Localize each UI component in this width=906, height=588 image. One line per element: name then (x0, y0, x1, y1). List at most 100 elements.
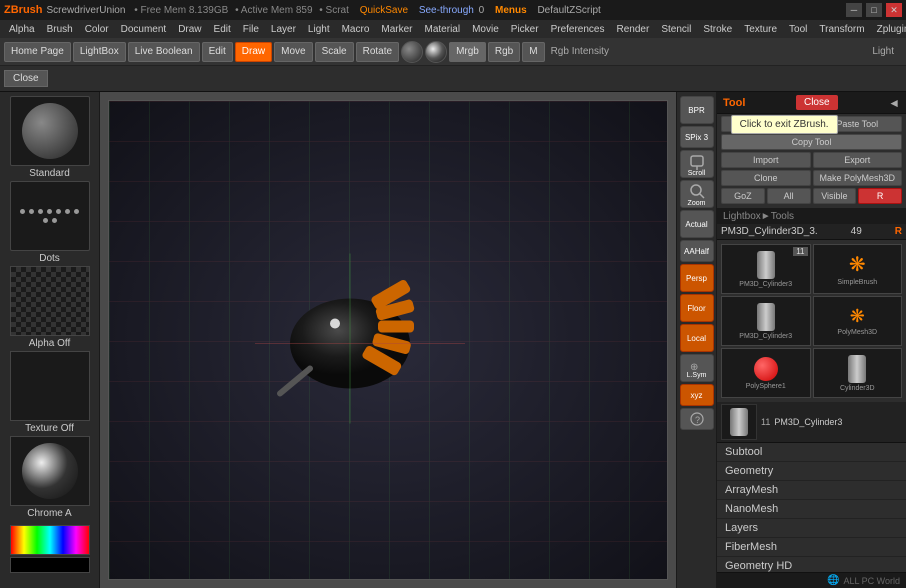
mini-cylinder-1 (757, 251, 775, 279)
menu-preferences[interactable]: Preferences (546, 23, 610, 36)
tool-thumb-cylinder3d[interactable]: Cylinder3D (813, 348, 903, 398)
menu-marker[interactable]: Marker (376, 23, 417, 36)
mrgb-button[interactable]: Mrgb (449, 42, 486, 62)
all-button[interactable]: All (767, 188, 811, 204)
menu-draw[interactable]: Draw (173, 23, 206, 36)
import-button[interactable]: Import (721, 152, 811, 168)
canvas-area[interactable] (100, 92, 676, 588)
title-bar: ZBrush ScrewdriverUnion • Free Mem 8.139… (0, 0, 906, 20)
menu-macro[interactable]: Macro (337, 23, 375, 36)
menu-color[interactable]: Color (80, 23, 114, 36)
menu-alpha[interactable]: Alpha (4, 23, 40, 36)
menu-material[interactable]: Material (420, 23, 466, 36)
standard-label: Standard (5, 168, 95, 179)
thumb-label-1: PM3D_Cylinder3 (739, 281, 792, 288)
local-button[interactable]: Local (680, 324, 714, 352)
close-button[interactable]: Close (4, 70, 48, 87)
tool-thumb-pm3d-1[interactable]: 11 PM3D_Cylinder3 (721, 244, 811, 294)
maximize-button[interactable]: □ (866, 3, 882, 17)
watermark-text: ALL PC World (843, 576, 900, 586)
window-close-button[interactable]: ✕ (886, 3, 902, 17)
tool-thumb-simple[interactable]: ❋ SimpleBrush (813, 244, 903, 294)
scroll-icon (688, 152, 706, 170)
toolbar: Home Page LightBox Live Boolean Edit Dra… (0, 38, 906, 66)
material-sphere[interactable] (401, 41, 423, 63)
menu-layer[interactable]: Layer (266, 23, 301, 36)
goz-button[interactable]: GoZ (721, 188, 765, 204)
export-button[interactable]: Export (813, 152, 903, 168)
home-page-button[interactable]: Home Page (4, 42, 71, 62)
panel-toggle-button[interactable]: ◄ (888, 96, 900, 110)
tool-thumb-polymesh[interactable]: ❋ PolyMesh3D (813, 296, 903, 346)
texture-preview[interactable] (10, 351, 90, 421)
draw-button[interactable]: Draw (235, 42, 272, 62)
actual-button[interactable]: Actual (680, 210, 714, 238)
last-thumb[interactable] (721, 404, 757, 440)
menu-texture[interactable]: Texture (739, 23, 782, 36)
menu-transform[interactable]: Transform (814, 23, 869, 36)
scale-button[interactable]: Scale (315, 42, 354, 62)
menu-brush[interactable]: Brush (42, 23, 78, 36)
menu-light[interactable]: Light (303, 23, 335, 36)
alpha-preview[interactable] (10, 266, 90, 336)
tool-thumb-pm3d-2[interactable]: PM3D_Cylinder3 (721, 296, 811, 346)
menu-item-layers[interactable]: Layers (717, 519, 906, 538)
spix-button[interactable]: SPix 3 (680, 126, 714, 148)
black-swatch[interactable] (10, 557, 90, 573)
persp-button[interactable]: Persp (680, 264, 714, 292)
app-name: ZBrush (4, 4, 43, 16)
visible-button[interactable]: Visible (813, 188, 857, 204)
svg-text:⊕: ⊕ (690, 362, 698, 372)
menu-item-arraymesh[interactable]: ArrayMesh (717, 481, 906, 500)
menu-render[interactable]: Render (612, 23, 655, 36)
rgb-button[interactable]: Rgb (488, 42, 520, 62)
menu-stencil[interactable]: Stencil (656, 23, 696, 36)
chrome-preview[interactable] (10, 436, 90, 506)
zoom-button[interactable]: Zoom (680, 180, 714, 208)
menu-item-nanomesh[interactable]: NanoMesh (717, 500, 906, 519)
polymesh-icon: ❋ (850, 306, 865, 327)
menu-file[interactable]: File (238, 23, 264, 36)
copy-tool-button[interactable]: Copy Tool (721, 134, 902, 150)
scroll-button[interactable]: Scroll (680, 150, 714, 178)
tool-thumb-polysphere[interactable]: PolySphere1 (721, 348, 811, 398)
r-button[interactable]: R (858, 188, 902, 204)
menu-item-subtool[interactable]: Subtool (717, 443, 906, 462)
xyz-button[interactable]: xyz (680, 384, 714, 406)
color-swatch[interactable] (10, 525, 90, 555)
minimize-button[interactable]: ─ (846, 3, 862, 17)
lsym-button[interactable]: ⊕ L.Sym (680, 354, 714, 382)
rotate-button[interactable]: Rotate (356, 42, 399, 62)
menu-item-geometry[interactable]: Geometry (717, 462, 906, 481)
standard-brush-preview[interactable] (10, 96, 90, 166)
dot-8 (43, 218, 48, 223)
menu-stroke[interactable]: Stroke (698, 23, 737, 36)
lightbox-tools-header[interactable]: Lightbox►Tools (717, 209, 906, 224)
m-button[interactable]: M (522, 42, 544, 62)
menu-tool[interactable]: Tool (784, 23, 812, 36)
bottom-strip-btn[interactable]: ? (680, 408, 714, 430)
make-polymesh-button[interactable]: Make PolyMesh3D (813, 170, 903, 186)
menu-item-geometry-hd[interactable]: Geometry HD (717, 557, 906, 572)
matcap-sphere[interactable] (425, 41, 447, 63)
dot-1 (20, 209, 25, 214)
menu-picker[interactable]: Picker (506, 23, 544, 36)
clone-button[interactable]: Clone (721, 170, 811, 186)
bpr-button[interactable]: BPR (680, 96, 714, 124)
aahalf-button[interactable]: AAHalf (680, 240, 714, 262)
menu-movie[interactable]: Movie (467, 23, 504, 36)
dots-preview[interactable] (10, 181, 90, 251)
live-boolean-button[interactable]: Live Boolean (128, 42, 200, 62)
tool-close-button[interactable]: Close (796, 95, 838, 110)
dot-7 (74, 209, 79, 214)
menu-edit[interactable]: Edit (209, 23, 236, 36)
menu-item-fibermesh[interactable]: FiberMesh (717, 538, 906, 557)
menu-zplugin[interactable]: Zplugin (872, 23, 906, 36)
edit-button[interactable]: Edit (202, 42, 233, 62)
dots-pattern (11, 201, 89, 231)
floor-button[interactable]: Floor (680, 294, 714, 322)
alpha-checker (11, 267, 89, 335)
menu-document[interactable]: Document (116, 23, 172, 36)
lightbox-button[interactable]: LightBox (73, 42, 126, 62)
move-button[interactable]: Move (274, 42, 312, 62)
